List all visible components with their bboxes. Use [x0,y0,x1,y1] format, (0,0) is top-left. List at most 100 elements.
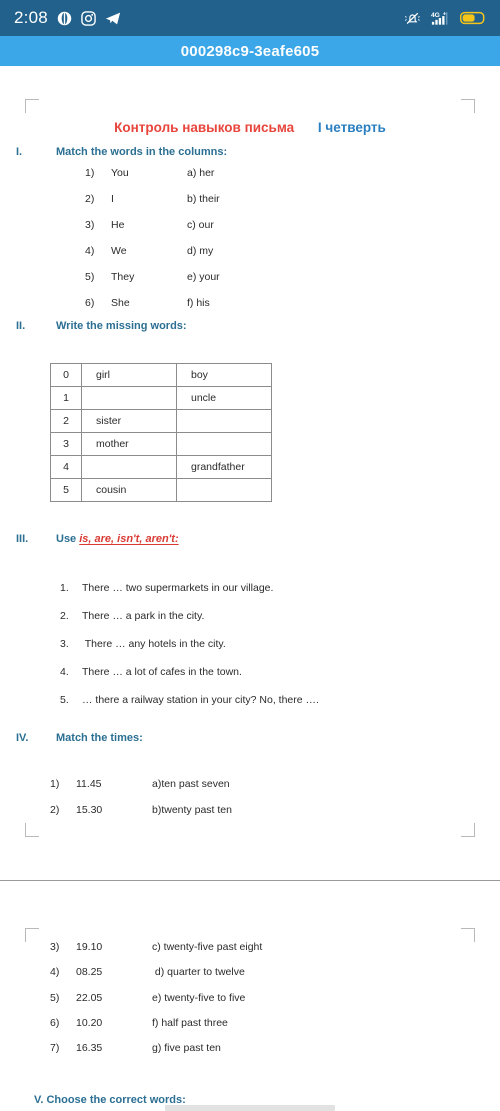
list-item: 3) 19.10 c) twenty-five past eight [50,941,262,953]
section-1-number: I. [16,146,23,158]
item-number: 3) [50,941,60,953]
document-page[interactable]: Контроль навыков письма I четверть I. Mat… [0,66,500,1111]
document-heading: Контроль навыков письма I четверть [0,120,500,135]
bell-muted-icon [404,11,421,26]
table-cell-word2[interactable]: boy [176,363,272,387]
table-cell-index: 2 [50,409,82,433]
item-left: 22.05 [76,992,103,1004]
item-right: a) her [187,167,215,179]
item-left: 19.10 [76,941,103,953]
item-number: 6) [50,1017,60,1029]
status-bar: 2:08 4G + [0,0,500,36]
item-right: f) his [187,297,210,309]
item-left: 10.20 [76,1017,103,1029]
list-item: 5) 22.05 e) twenty-five to five [50,992,245,1004]
bottom-partial-element [165,1105,335,1111]
table-cell-index: 0 [50,363,82,387]
list-item: 5) They e) your [85,271,220,283]
item-number: 4) [50,966,60,978]
list-item: 1) You a) her [85,167,214,179]
item-number: 1. [60,582,69,594]
status-bar-right: 4G + [404,10,486,26]
table-row: 0 girl boy [50,363,272,387]
battery-icon [460,11,486,25]
status-bar-left: 2:08 [14,8,121,28]
table-cell-word1[interactable] [81,386,177,410]
table-row: 2 sister [50,409,272,433]
section-3-number: III. [16,533,29,545]
section-4-title: Match the times: [56,732,143,744]
missing-words-table: 0 girl boy 1 uncle 2 sister 3 mother 4 g… [50,363,272,502]
section-3-title-plain: Use [56,533,80,545]
list-item: 4) We d) my [85,245,213,257]
table-cell-word1[interactable]: mother [81,432,177,456]
item-right: d) quarter to twelve [152,966,245,978]
table-cell-index: 3 [50,432,82,456]
table-cell-word2[interactable]: uncle [176,386,272,410]
item-number: 6) [85,297,95,309]
document-heading-quarter: I четверть [317,120,386,135]
list-item: 5. … there a railway station in your city… [60,694,319,706]
table-cell-word1[interactable]: cousin [81,478,177,502]
table-row: 1 uncle [50,386,272,410]
section-4-heading: IV. Match the times: [16,732,143,744]
instagram-icon [81,10,96,26]
list-item: 3. There … any hotels in the city. [60,638,226,650]
table-cell-word2[interactable]: grandfather [176,455,272,479]
item-left: 08.25 [76,966,103,978]
list-item: 4. There … a lot of cafes in the town. [60,666,242,678]
phone-screen: 2:08 4G + 000298c9-3eafe605 Контроль нав… [0,0,500,1111]
item-right: f) half past three [152,1017,228,1029]
item-number: 2) [50,804,60,816]
table-row: 4 grandfather [50,455,272,479]
table-cell-word2[interactable] [176,478,272,502]
crop-mark-page2-right [461,928,475,942]
item-right: c) twenty-five past eight [152,941,263,953]
crop-mark-bottom-left [25,823,39,837]
list-item: 7) 16.35 g) five past ten [50,1042,221,1054]
table-cell-index: 1 [50,386,82,410]
telegram-icon [105,11,121,26]
item-number: 5) [85,271,95,283]
item-left: They [111,271,135,283]
item-number: 2) [85,193,95,205]
page-break-divider [0,880,500,881]
item-right: b) their [187,193,220,205]
crop-mark-bottom-right [461,823,475,837]
list-item: 3) He c) our [85,219,214,231]
table-cell-word2[interactable] [176,432,272,456]
item-text: There … a park in the city. [82,610,205,622]
table-cell-index: 4 [50,455,82,479]
item-left: I [111,193,114,205]
item-number: 3) [85,219,95,231]
item-number: 1) [85,167,95,179]
list-item: 6) 10.20 f) half past three [50,1017,228,1029]
table-cell-word2[interactable] [176,409,272,433]
section-1-heading: I. Match the words in the columns: [16,146,227,158]
item-text: … there a railway station in your city? … [82,694,319,706]
item-number: 2. [60,610,69,622]
section-2-number: II. [16,320,26,332]
table-row: 5 cousin [50,478,272,502]
list-item: 4) 08.25 d) quarter to twelve [50,966,245,978]
section-2-heading: II. Write the missing words: [16,320,187,332]
item-right: d) my [187,245,214,257]
item-left: 15.30 [76,804,103,816]
page-title: 000298c9-3eafe605 [180,42,320,60]
item-text: There … a lot of cafes in the town. [82,666,242,678]
item-right: b)twenty past ten [152,804,232,816]
crop-mark-top-left [25,99,39,113]
app-title-bar: 000298c9-3eafe605 [0,36,500,66]
section-5-heading: V. Choose the correct words: [34,1094,186,1106]
item-left: 11.45 [76,778,102,790]
item-number: 5) [50,992,60,1004]
item-left: 16.35 [76,1042,103,1054]
item-right: e) twenty-five to five [152,992,246,1004]
status-bar-clock: 2:08 [14,8,48,27]
item-number: 5. [60,694,69,706]
table-cell-word1[interactable]: girl [81,363,177,387]
table-cell-word1[interactable]: sister [81,409,177,433]
item-left: She [111,297,130,309]
table-cell-word1[interactable] [81,455,177,479]
item-right: g) five past ten [152,1042,221,1054]
